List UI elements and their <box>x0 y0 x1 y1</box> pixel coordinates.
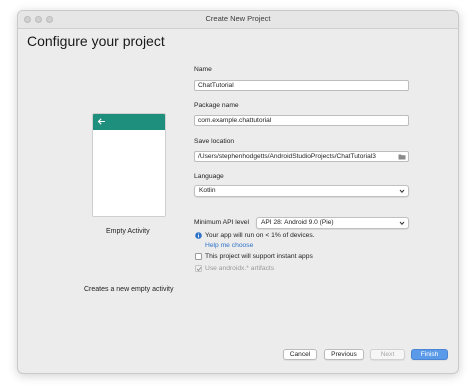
save-location-label: Save location <box>194 138 235 145</box>
chevron-icon <box>399 221 405 225</box>
name-field[interactable]: ChatTutorial <box>194 80 409 91</box>
window-title: Create New Project <box>205 14 271 23</box>
package-name-field[interactable]: com.example.chattutorial <box>194 115 409 126</box>
help-me-choose-link[interactable]: Help me choose <box>205 242 253 249</box>
checkmark-icon <box>196 266 202 272</box>
folder-icon[interactable] <box>398 154 406 160</box>
min-api-value: API 28: Android 9.0 (Pie) <box>261 219 334 226</box>
previous-button[interactable]: Previous <box>324 349 364 360</box>
template-description: Creates a new empty activity <box>84 286 174 293</box>
create-project-dialog: Create New Project Configure your projec… <box>17 10 459 374</box>
min-api-select[interactable]: API 28: Android 9.0 (Pie) <box>256 217 409 229</box>
language-value: Kotlin <box>199 187 216 194</box>
package-name-label: Package name <box>194 102 239 109</box>
cancel-button[interactable]: Cancel <box>283 349 317 360</box>
language-select[interactable]: Kotlin <box>194 185 409 197</box>
finish-button[interactable]: Finish <box>411 349 448 360</box>
androidx-checkbox <box>195 265 202 272</box>
page-title: Configure your project <box>27 33 165 49</box>
template-preview <box>92 113 166 217</box>
language-label: Language <box>194 173 224 180</box>
info-icon <box>195 232 202 239</box>
instant-apps-checkbox[interactable] <box>195 253 202 260</box>
back-arrow-icon <box>97 118 105 125</box>
template-name: Empty Activity <box>106 228 150 235</box>
androidx-label: Use androidx.* artifacts <box>205 265 275 272</box>
name-label: Name <box>194 66 212 73</box>
preview-app-bar <box>93 114 165 130</box>
instant-apps-label: This project will support instant apps <box>205 253 313 260</box>
next-button: Next <box>370 349 405 360</box>
save-location-value: /Users/stephenhodgetts/AndroidStudioProj… <box>198 153 376 160</box>
min-api-label: Minimum API level <box>194 219 250 226</box>
chevron-icon <box>399 189 405 193</box>
api-coverage-text: Your app will run on < 1% of devices. <box>205 232 315 239</box>
save-location-field[interactable]: /Users/stephenhodgetts/AndroidStudioProj… <box>194 151 409 162</box>
title-bar: Create New Project <box>18 11 458 29</box>
